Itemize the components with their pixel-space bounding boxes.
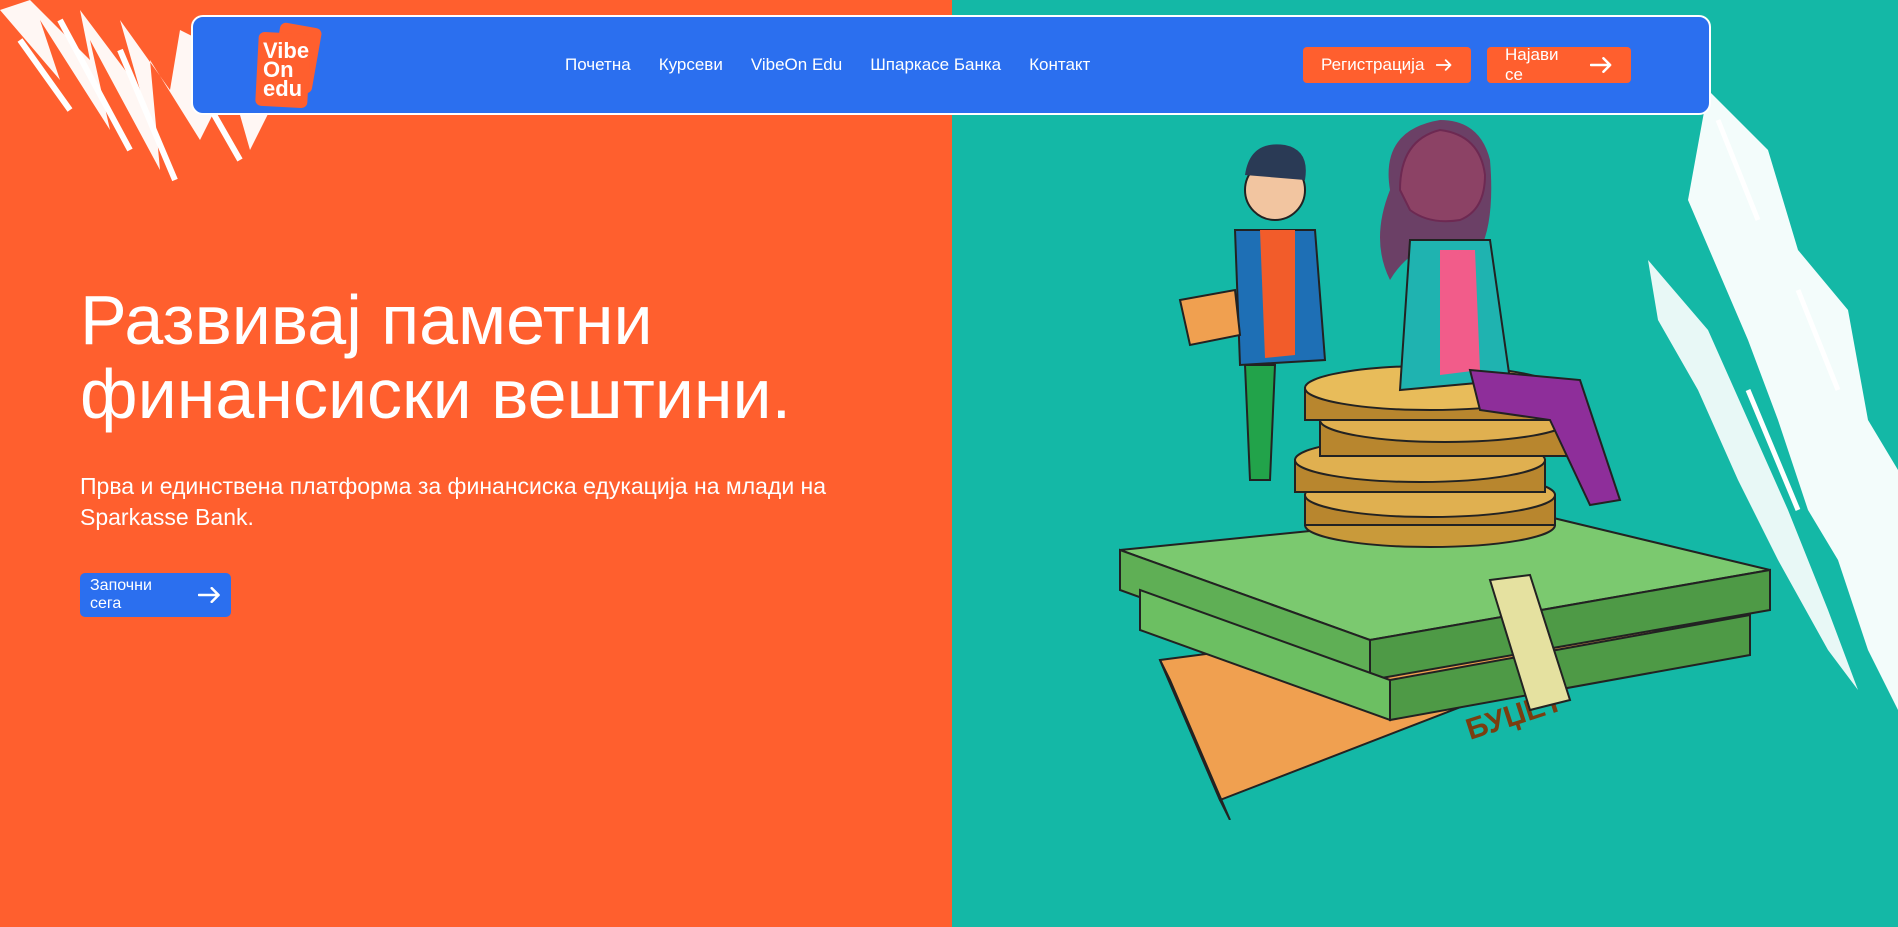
nav-link-contact[interactable]: Контакт (1029, 55, 1090, 75)
register-button[interactable]: Регистрација (1303, 47, 1471, 83)
logo-text: Vibe On edu (263, 38, 310, 101)
nav-link-sparkasse-bank[interactable]: Шпаркасе Банка (870, 55, 1001, 75)
top-navbar: Vibe On edu Почетна Курсеви VibeOn Edu Ш… (191, 15, 1711, 115)
arrow-right-icon (1436, 59, 1452, 71)
start-now-button[interactable]: Започни сега (80, 573, 231, 617)
login-button-label: Најави се (1505, 45, 1559, 84)
arrow-right-icon (1590, 57, 1612, 73)
arrow-right-icon (197, 587, 220, 603)
hero-subtitle: Прва и единствена платформа за финансиск… (80, 473, 827, 530)
nav-link-home[interactable]: Почетна (565, 55, 631, 75)
nav-links: Почетна Курсеви VibeOn Edu Шпаркасе Банк… (565, 17, 1090, 113)
hero-illustration: БУЏЕТ (1119, 120, 1771, 820)
login-button[interactable]: Најави се (1487, 45, 1631, 84)
vibeon-edu-logo[interactable]: Vibe On edu (253, 21, 323, 111)
start-now-button-label: Започни сега (90, 577, 152, 612)
register-button-label: Регистрација (1321, 55, 1425, 74)
hero-title: Развивај паметни финансиски вештини. (80, 281, 792, 433)
nav-link-courses[interactable]: Курсеви (659, 55, 723, 75)
person-icon (1178, 144, 1327, 481)
nav-link-vibeon-edu[interactable]: VibeOn Edu (751, 55, 842, 75)
